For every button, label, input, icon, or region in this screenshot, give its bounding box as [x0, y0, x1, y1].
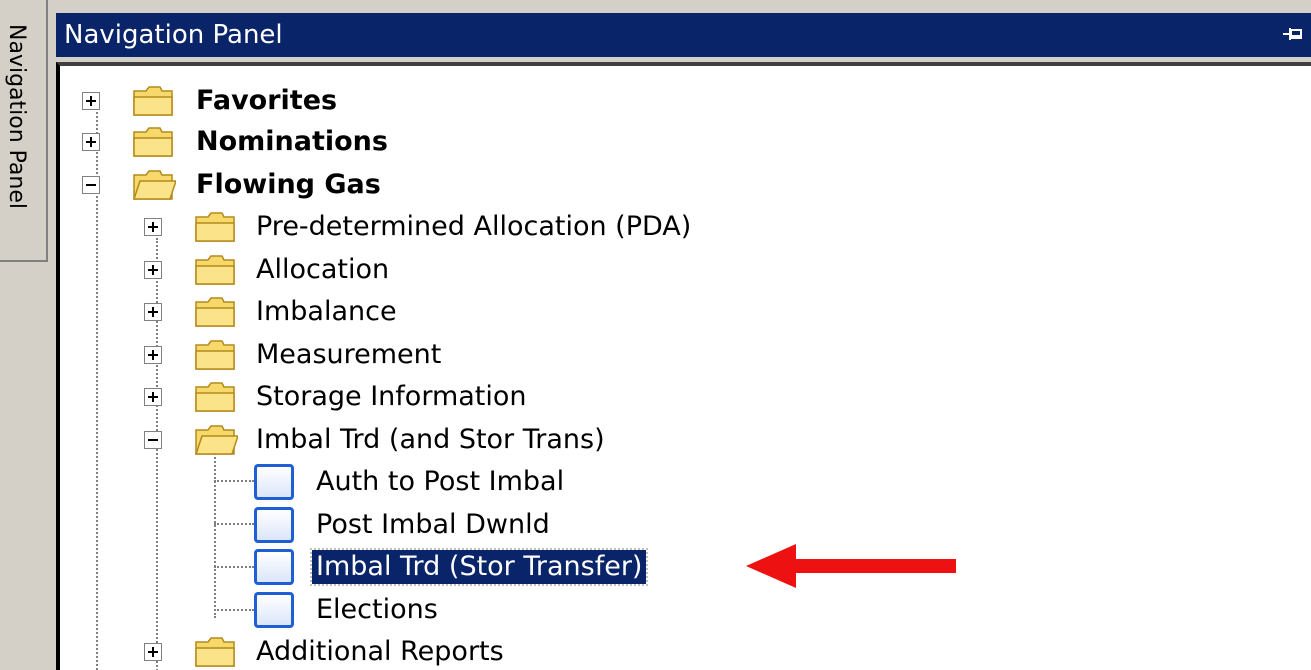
red-arrow-icon [746, 544, 956, 588]
tree-item-measurement[interactable]: Measurement [60, 336, 560, 374]
folder-icon [195, 297, 235, 327]
open-folder-icon [194, 425, 238, 455]
expand-plus-icon[interactable] [144, 261, 162, 279]
tree-item-elections[interactable]: Elections [60, 591, 560, 629]
tree-item-allocation[interactable]: Allocation [60, 251, 560, 289]
tree-item-label: Flowing Gas [196, 169, 381, 200]
tree-item-label: Post Imbal Dwnld [316, 509, 550, 540]
tree-item-label: Pre-determined Allocation (PDA) [256, 211, 692, 242]
tree-item-storage-information[interactable]: Storage Information [60, 378, 660, 416]
collapse-minus-icon[interactable] [144, 431, 162, 449]
tree-item-label: Nominations [196, 126, 388, 157]
panel-title: Navigation Panel [64, 20, 283, 50]
pin-icon[interactable] [1279, 21, 1305, 47]
tree-item-label: Storage Information [256, 381, 527, 412]
tree-item-label-selected: Imbal Trd (Stor Transfer) [309, 548, 649, 586]
side-tab-label: Navigation Panel [4, 24, 29, 210]
expand-plus-icon[interactable] [82, 133, 100, 151]
tree-item-label: Imbalance [256, 296, 397, 327]
expand-plus-icon[interactable] [144, 218, 162, 236]
tree-item-pda[interactable]: Pre-determined Allocation (PDA) [60, 208, 860, 246]
folder-icon [133, 86, 173, 116]
expand-plus-icon[interactable] [144, 388, 162, 406]
tree-item-imbalance[interactable]: Imbalance [60, 293, 560, 331]
navigation-tree: Favorites Nominations Flowing Gas Pre-de… [56, 62, 1311, 670]
tree-item-label: Auth to Post Imbal [316, 466, 565, 497]
page-icon [254, 507, 294, 543]
page-icon [254, 592, 294, 628]
expand-plus-icon[interactable] [144, 643, 162, 661]
tree-item-imbal-trd[interactable]: Imbal Trd (and Stor Trans) [60, 421, 760, 459]
page-icon [254, 464, 294, 500]
tree-item-flowing-gas[interactable]: Flowing Gas [60, 166, 560, 204]
tree-item-imbal-trd-stor-transfer[interactable]: Imbal Trd (Stor Transfer) [60, 548, 760, 586]
tree-item-nominations[interactable]: Nominations [60, 123, 560, 161]
navigation-panel-header: Navigation Panel [56, 13, 1311, 57]
tree-item-label: Elections [316, 594, 438, 625]
folder-icon [195, 637, 235, 667]
folder-icon [195, 212, 235, 242]
tree-item-auth-to-post-imbal[interactable]: Auth to Post Imbal [60, 463, 660, 501]
folder-icon [195, 382, 235, 412]
tree-item-post-imbal-dwnld[interactable]: Post Imbal Dwnld [60, 506, 660, 544]
tree-item-favorites[interactable]: Favorites [60, 82, 560, 120]
tree-item-label: Measurement [256, 339, 442, 370]
page-icon [254, 549, 294, 585]
tree-item-label: Additional Reports [256, 636, 504, 667]
expand-plus-icon[interactable] [144, 303, 162, 321]
tree-item-additional-reports[interactable]: Additional Reports [60, 633, 660, 670]
expand-plus-icon[interactable] [144, 346, 162, 364]
navigation-panel-side-tab[interactable]: Navigation Panel [0, 0, 48, 262]
open-folder-icon [132, 170, 176, 200]
folder-icon [195, 255, 235, 285]
folder-icon [133, 127, 173, 157]
tree-item-label: Imbal Trd (and Stor Trans) [256, 424, 605, 455]
expand-plus-icon[interactable] [82, 92, 100, 110]
tree-item-label: Favorites [196, 85, 338, 116]
collapse-minus-icon[interactable] [82, 176, 100, 194]
tree-item-label: Allocation [256, 254, 390, 285]
folder-icon [195, 340, 235, 370]
